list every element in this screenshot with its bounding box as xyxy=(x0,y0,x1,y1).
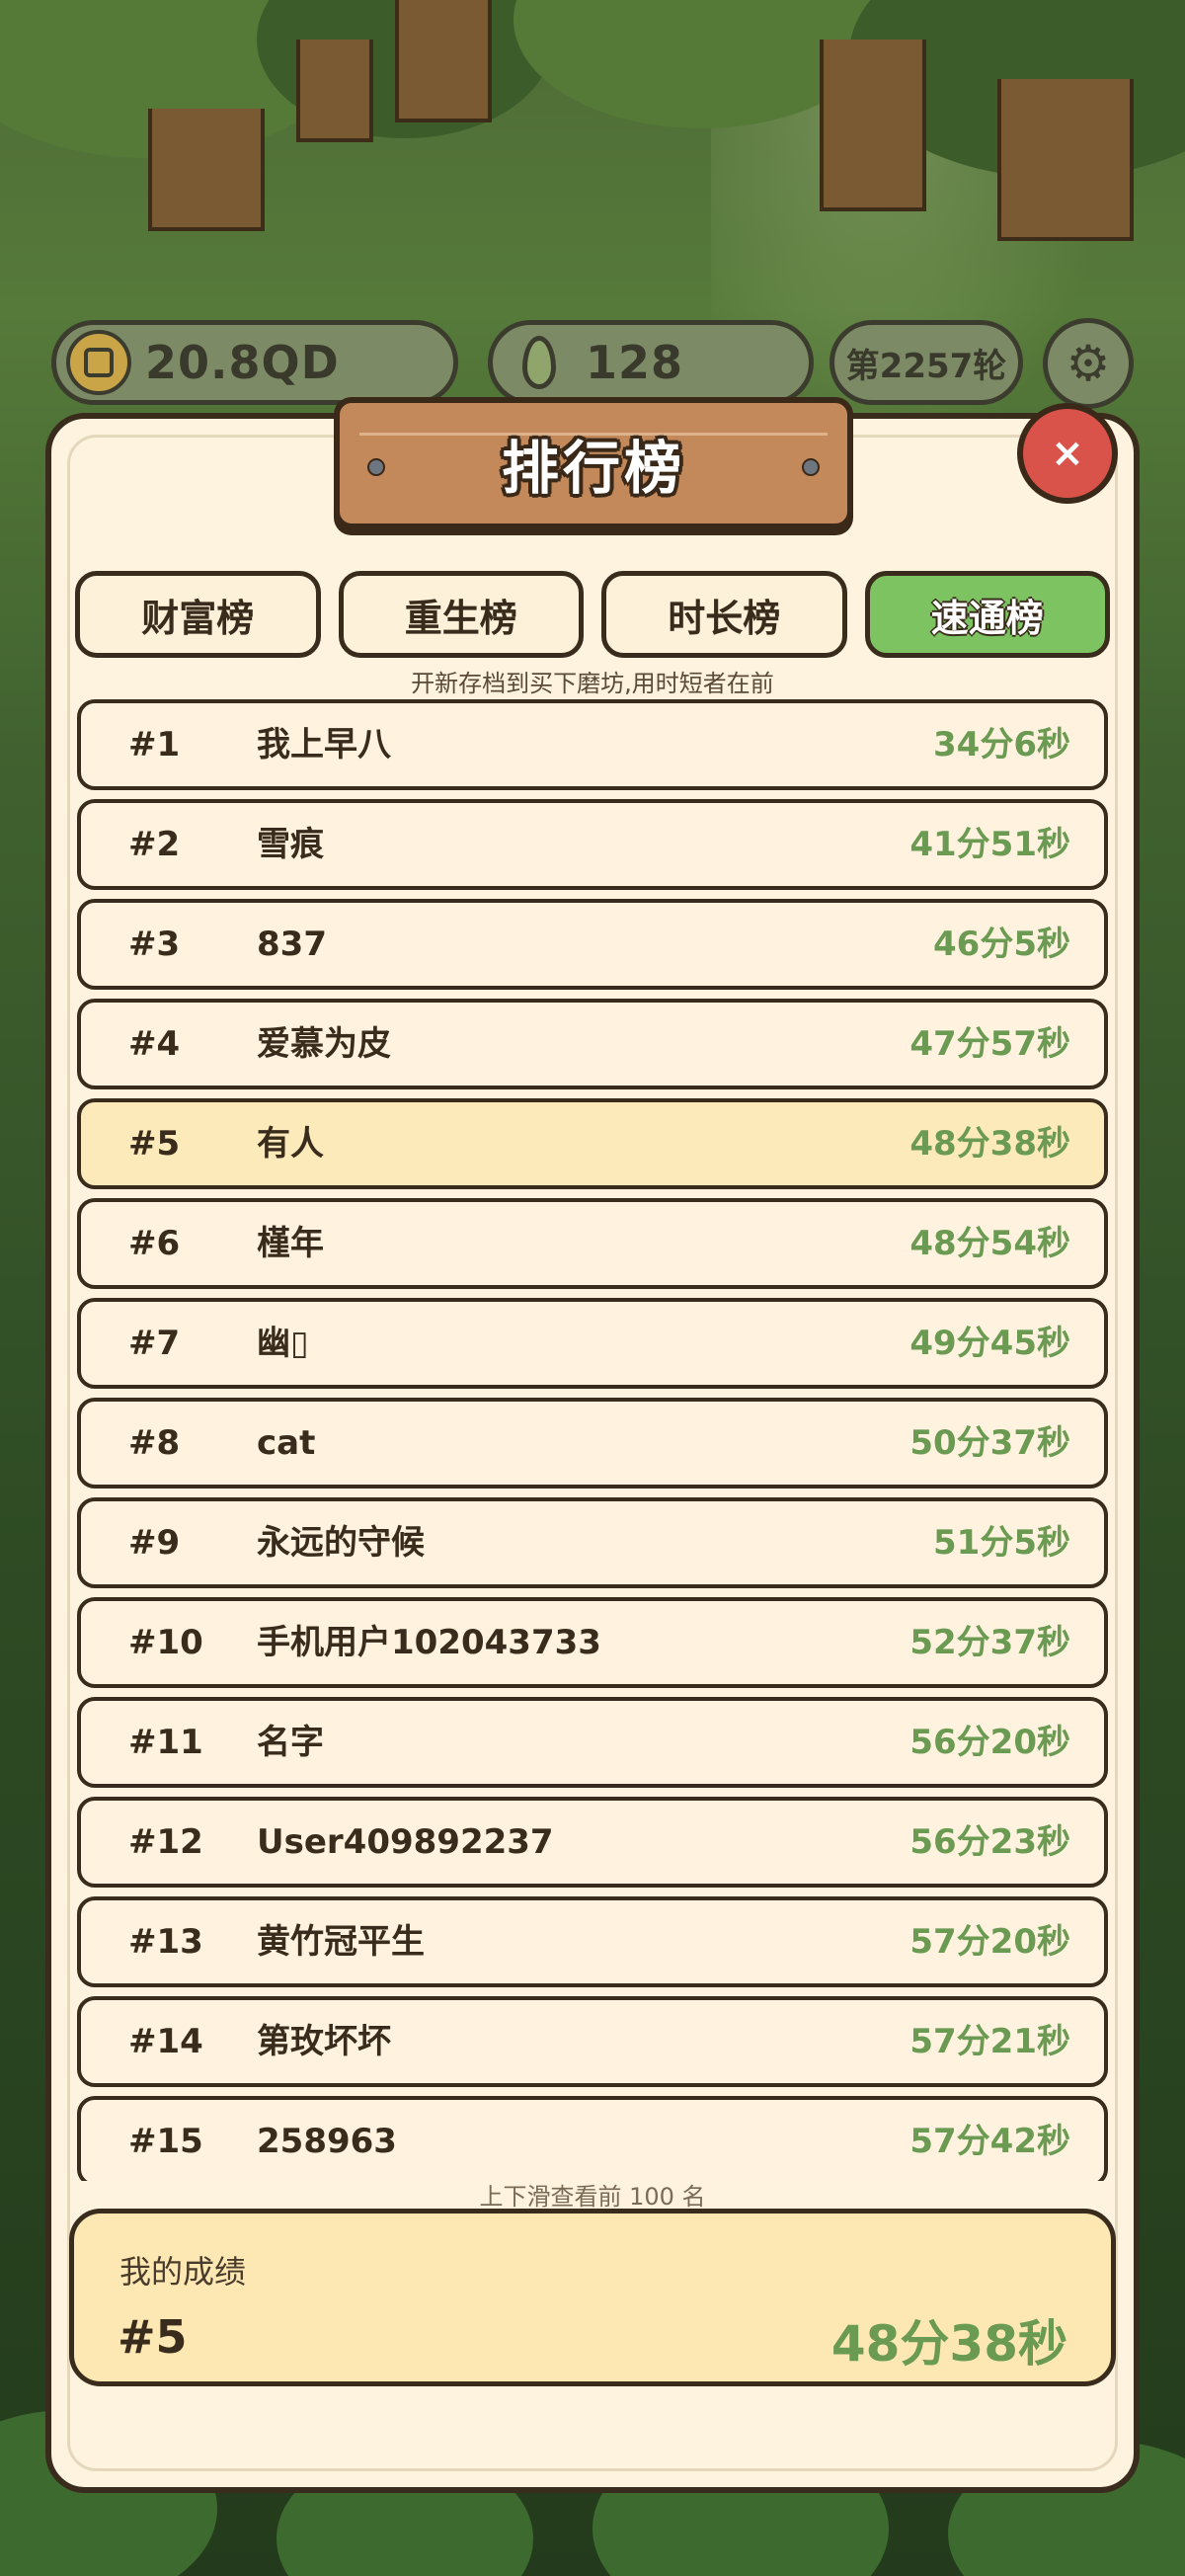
tab-wealth[interactable]: 财富榜 xyxy=(75,571,321,658)
row-name: 幽▯ xyxy=(257,1324,309,1363)
row-name: 有人 xyxy=(257,1124,324,1164)
row-name: 槿年 xyxy=(257,1224,324,1263)
my-score-label: 我的成绩 xyxy=(119,2253,247,2291)
row-rank: #2 xyxy=(128,825,181,864)
leaderboard-row[interactable]: #15 258963 57分42秒 xyxy=(77,2096,1108,2181)
leaderboard-row[interactable]: #10 手机用户102043733 52分37秒 xyxy=(77,1597,1108,1688)
leaderboard-row[interactable]: #2 雪痕 41分51秒 xyxy=(77,799,1108,890)
row-rank: #1 xyxy=(128,725,181,765)
leaderboard-row[interactable]: #9 永远的守候 51分5秒 xyxy=(77,1497,1108,1588)
row-time: 48分38秒 xyxy=(909,1124,1070,1164)
row-rank: #10 xyxy=(128,1623,203,1662)
row-time: 56分23秒 xyxy=(909,1822,1070,1862)
leaderboard-row[interactable]: #14 第玫坏坏 57分21秒 xyxy=(77,1996,1108,2087)
row-rank: #12 xyxy=(128,1822,203,1862)
leaderboard-row[interactable]: #5 有人 48分38秒 xyxy=(77,1098,1108,1189)
nail-right xyxy=(802,458,820,476)
row-rank: #14 xyxy=(128,2022,203,2061)
row-time: 49分45秒 xyxy=(909,1324,1070,1363)
leaderboard-list[interactable]: #1 我上早八 34分6秒 #2 雪痕 41分51秒 #3 837 46分5秒 #4 爱慕为皮 47分… xyxy=(77,699,1108,2181)
row-time: 56分20秒 xyxy=(909,1723,1070,1762)
leaderboard-row[interactable]: #7 幽▯ 49分45秒 xyxy=(77,1298,1108,1389)
row-time: 50分37秒 xyxy=(909,1423,1070,1463)
row-rank: #5 xyxy=(128,1124,181,1164)
title-board: 排行榜 xyxy=(334,397,853,529)
row-time: 57分20秒 xyxy=(909,1922,1070,1962)
row-time: 34分6秒 xyxy=(933,725,1070,765)
coin-value: 20.8QD xyxy=(145,336,340,389)
seed-value: 128 xyxy=(586,336,684,389)
close-icon: × xyxy=(1051,431,1084,476)
leaderboard-row[interactable]: #3 837 46分5秒 xyxy=(77,899,1108,990)
my-score-time: 48分38秒 xyxy=(830,2315,1067,2373)
nail-left xyxy=(367,458,385,476)
row-name: 258963 xyxy=(257,2122,397,2161)
row-rank: #15 xyxy=(128,2122,203,2161)
round-counter: 第2257轮 xyxy=(830,320,1023,405)
leaderboard-row[interactable]: #1 我上早八 34分6秒 xyxy=(77,699,1108,790)
row-time: 41分51秒 xyxy=(909,825,1070,864)
leaderboard-row[interactable]: #12 User409892237 56分23秒 xyxy=(77,1797,1108,1888)
row-time: 57分21秒 xyxy=(909,2022,1070,2061)
close-button[interactable]: × xyxy=(1017,403,1118,504)
row-rank: #3 xyxy=(128,925,181,964)
coin-counter: 20.8QD xyxy=(51,320,458,405)
row-rank: #8 xyxy=(128,1423,181,1463)
row-name: 第玫坏坏 xyxy=(257,2022,391,2061)
ranking-rule-hint: 开新存档到买下磨坊,用时短者在前 xyxy=(411,670,774,697)
tab-speedrun[interactable]: 速通榜 xyxy=(864,571,1110,658)
panel-title: 排行榜 xyxy=(501,435,685,502)
coin-icon xyxy=(66,330,131,395)
row-name: 黄竹冠平生 xyxy=(257,1922,425,1962)
leaderboard-row[interactable]: #13 黄竹冠平生 57分20秒 xyxy=(77,1896,1108,1987)
my-score-rank: #5 xyxy=(118,2310,188,2364)
leaderboard-row[interactable]: #11 名字 56分20秒 xyxy=(77,1697,1108,1788)
leaderboard-row[interactable]: #6 槿年 48分54秒 xyxy=(77,1198,1108,1289)
row-name: 我上早八 xyxy=(257,725,391,765)
row-rank: #9 xyxy=(128,1523,181,1563)
row-name: 837 xyxy=(257,925,327,964)
row-name: 名字 xyxy=(257,1723,324,1762)
row-name: 爱慕为皮 xyxy=(257,1024,391,1064)
seed-counter: 128 xyxy=(488,320,814,405)
row-time: 48分54秒 xyxy=(909,1224,1070,1263)
gear-icon: ⚙ xyxy=(1066,335,1111,392)
row-time: 57分42秒 xyxy=(909,2122,1070,2161)
row-rank: #4 xyxy=(128,1024,181,1064)
row-rank: #11 xyxy=(128,1723,203,1762)
leaderboard-row[interactable]: #4 爱慕为皮 47分57秒 xyxy=(77,999,1108,1089)
row-name: cat xyxy=(257,1423,316,1463)
tab-playtime[interactable]: 时长榜 xyxy=(601,571,847,658)
my-score-card: 我的成绩 #5 48分38秒 xyxy=(69,2209,1116,2386)
row-name: 雪痕 xyxy=(257,825,324,864)
row-time: 47分57秒 xyxy=(909,1024,1070,1064)
leaderboard-row[interactable]: #8 cat 50分37秒 xyxy=(77,1398,1108,1489)
row-rank: #7 xyxy=(128,1324,181,1363)
row-time: 46分5秒 xyxy=(933,925,1070,964)
row-name: User409892237 xyxy=(257,1822,554,1862)
settings-gear-button[interactable]: ⚙ xyxy=(1043,318,1134,409)
row-name: 手机用户102043733 xyxy=(257,1623,601,1662)
row-rank: #13 xyxy=(128,1922,203,1962)
row-name: 永远的守候 xyxy=(257,1523,425,1563)
scroll-hint: 上下滑查看前 100 名 xyxy=(479,2183,706,2211)
row-rank: #6 xyxy=(128,1224,181,1263)
round-label: 第2257轮 xyxy=(845,346,1007,386)
tab-rebirth[interactable]: 重生榜 xyxy=(338,571,584,658)
seed-icon xyxy=(522,336,556,389)
row-time: 51分5秒 xyxy=(933,1523,1070,1563)
row-time: 52分37秒 xyxy=(909,1623,1070,1662)
leaderboard-tabs: 财富榜 重生榜 时长榜 速通榜 xyxy=(75,571,1110,660)
